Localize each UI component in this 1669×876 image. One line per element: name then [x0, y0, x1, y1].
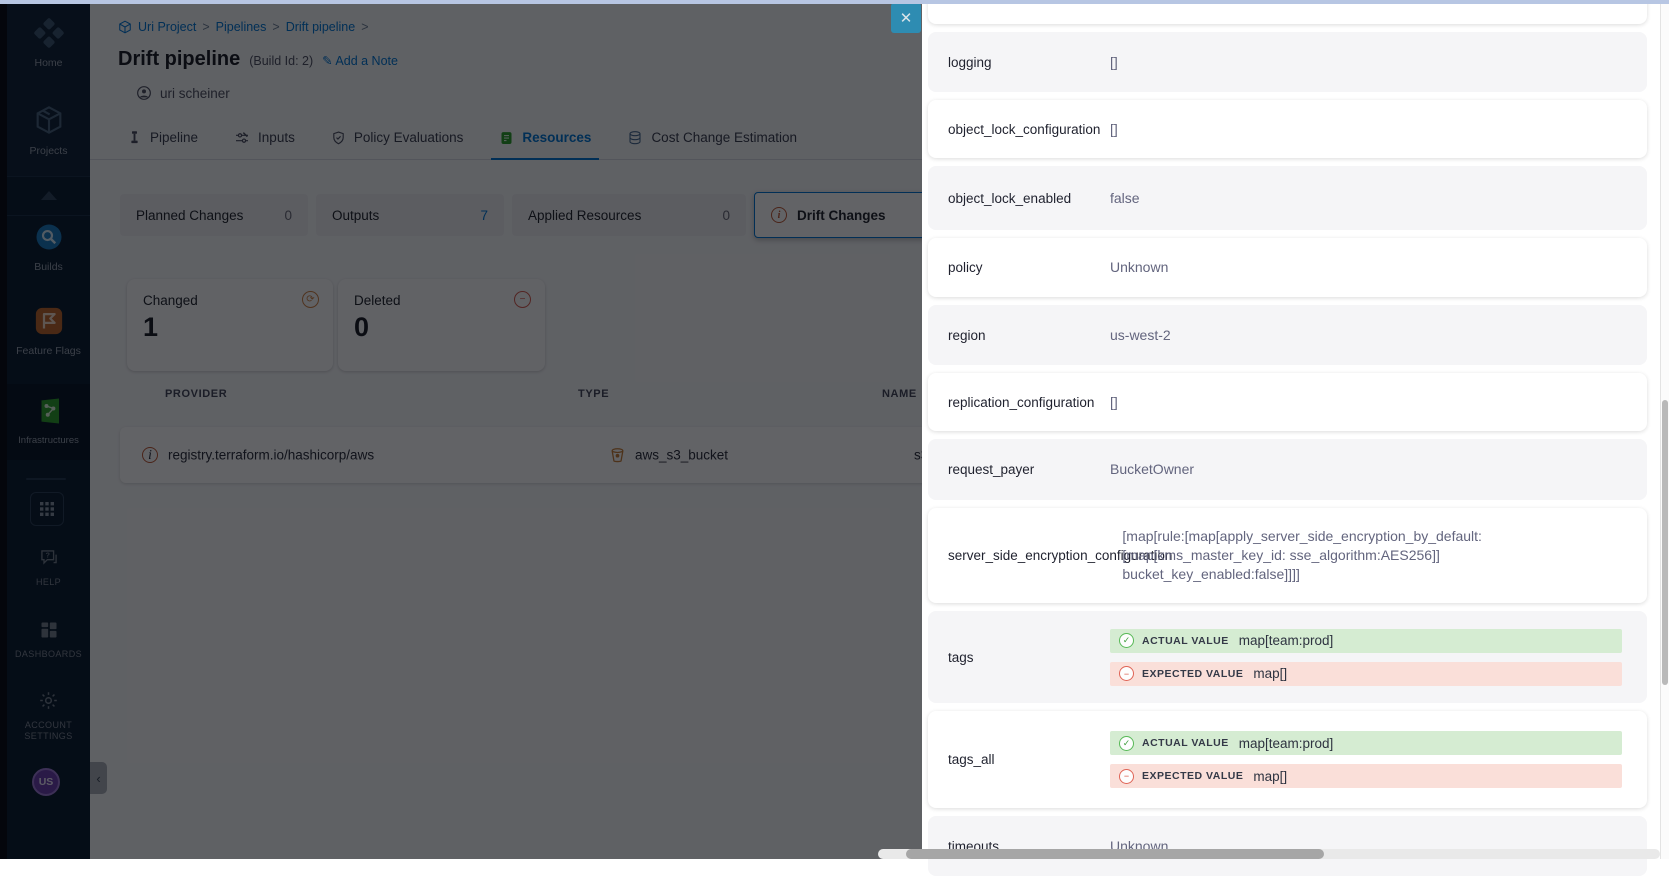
attr-key: replication_configuration	[948, 395, 1110, 410]
drawer-row-logging: logging []	[928, 32, 1647, 92]
attr-key: region	[948, 328, 1110, 343]
close-icon: ✕	[900, 9, 913, 27]
actual-value-banner: ✓ ACTUAL VALUE map[team:prod]	[1110, 731, 1622, 755]
horizontal-scrollbar	[878, 849, 1660, 859]
drawer-row-request-payer: request_payer BucketOwner	[928, 439, 1647, 500]
drawer-row-tags: tags ✓ ACTUAL VALUE map[team:prod] − EXP…	[928, 611, 1647, 703]
minus-circle-icon: −	[1119, 769, 1134, 784]
attr-value: []	[1110, 53, 1118, 72]
attr-key: request_payer	[948, 462, 1110, 477]
drawer-row-tags-all: tags_all ✓ ACTUAL VALUE map[team:prod] −…	[928, 711, 1647, 808]
drawer-row-object-lock-enabled: object_lock_enabled false	[928, 166, 1647, 230]
drawer-close-button[interactable]: ✕	[891, 3, 921, 33]
minus-circle-icon: −	[1119, 666, 1134, 681]
attr-value: Unknown	[1110, 258, 1168, 277]
drawer-row-policy: policy Unknown	[928, 238, 1647, 297]
attr-value: []	[1110, 120, 1118, 139]
modal-overlay[interactable]	[0, 0, 922, 859]
expected-value-banner: − EXPECTED VALUE map[]	[1110, 764, 1622, 788]
check-circle-icon: ✓	[1119, 736, 1134, 751]
attr-key: tags	[948, 650, 1110, 665]
check-circle-icon: ✓	[1119, 633, 1134, 648]
actual-value-banner: ✓ ACTUAL VALUE map[team:prod]	[1110, 629, 1622, 653]
window-top-strip	[0, 0, 1669, 4]
attr-key: policy	[948, 260, 1110, 275]
attr-value: BucketOwner	[1110, 460, 1194, 479]
drawer-row-sse-configuration: server_side_encryption_configuration [ma…	[928, 508, 1647, 603]
attr-key: object_lock_configuration	[948, 122, 1110, 137]
expected-value-banner: − EXPECTED VALUE map[]	[1110, 662, 1622, 686]
attr-value: []	[1110, 393, 1118, 412]
vertical-scrollbar-thumb[interactable]	[1662, 400, 1668, 685]
attr-value: false	[1110, 189, 1140, 208]
attr-key: object_lock_enabled	[948, 191, 1110, 206]
drift-details-drawer: logging [] object_lock_configuration [] …	[922, 0, 1669, 859]
vertical-scrollbar	[1660, 4, 1669, 859]
drawer-row-object-lock-configuration: object_lock_configuration []	[928, 100, 1647, 158]
horizontal-scrollbar-thumb[interactable]	[906, 849, 1324, 859]
drawer-row-replication-configuration: replication_configuration []	[928, 373, 1647, 431]
attr-value: [map[rule:[map[apply_server_side_encrypt…	[1122, 527, 1562, 584]
drawer-row-timeouts: timeouts Unknown	[928, 816, 1647, 876]
attr-key: tags_all	[948, 752, 1110, 767]
drawer-row-region: region us-west-2	[928, 305, 1647, 365]
attr-value: us-west-2	[1110, 326, 1171, 345]
attr-key: logging	[948, 55, 1110, 70]
